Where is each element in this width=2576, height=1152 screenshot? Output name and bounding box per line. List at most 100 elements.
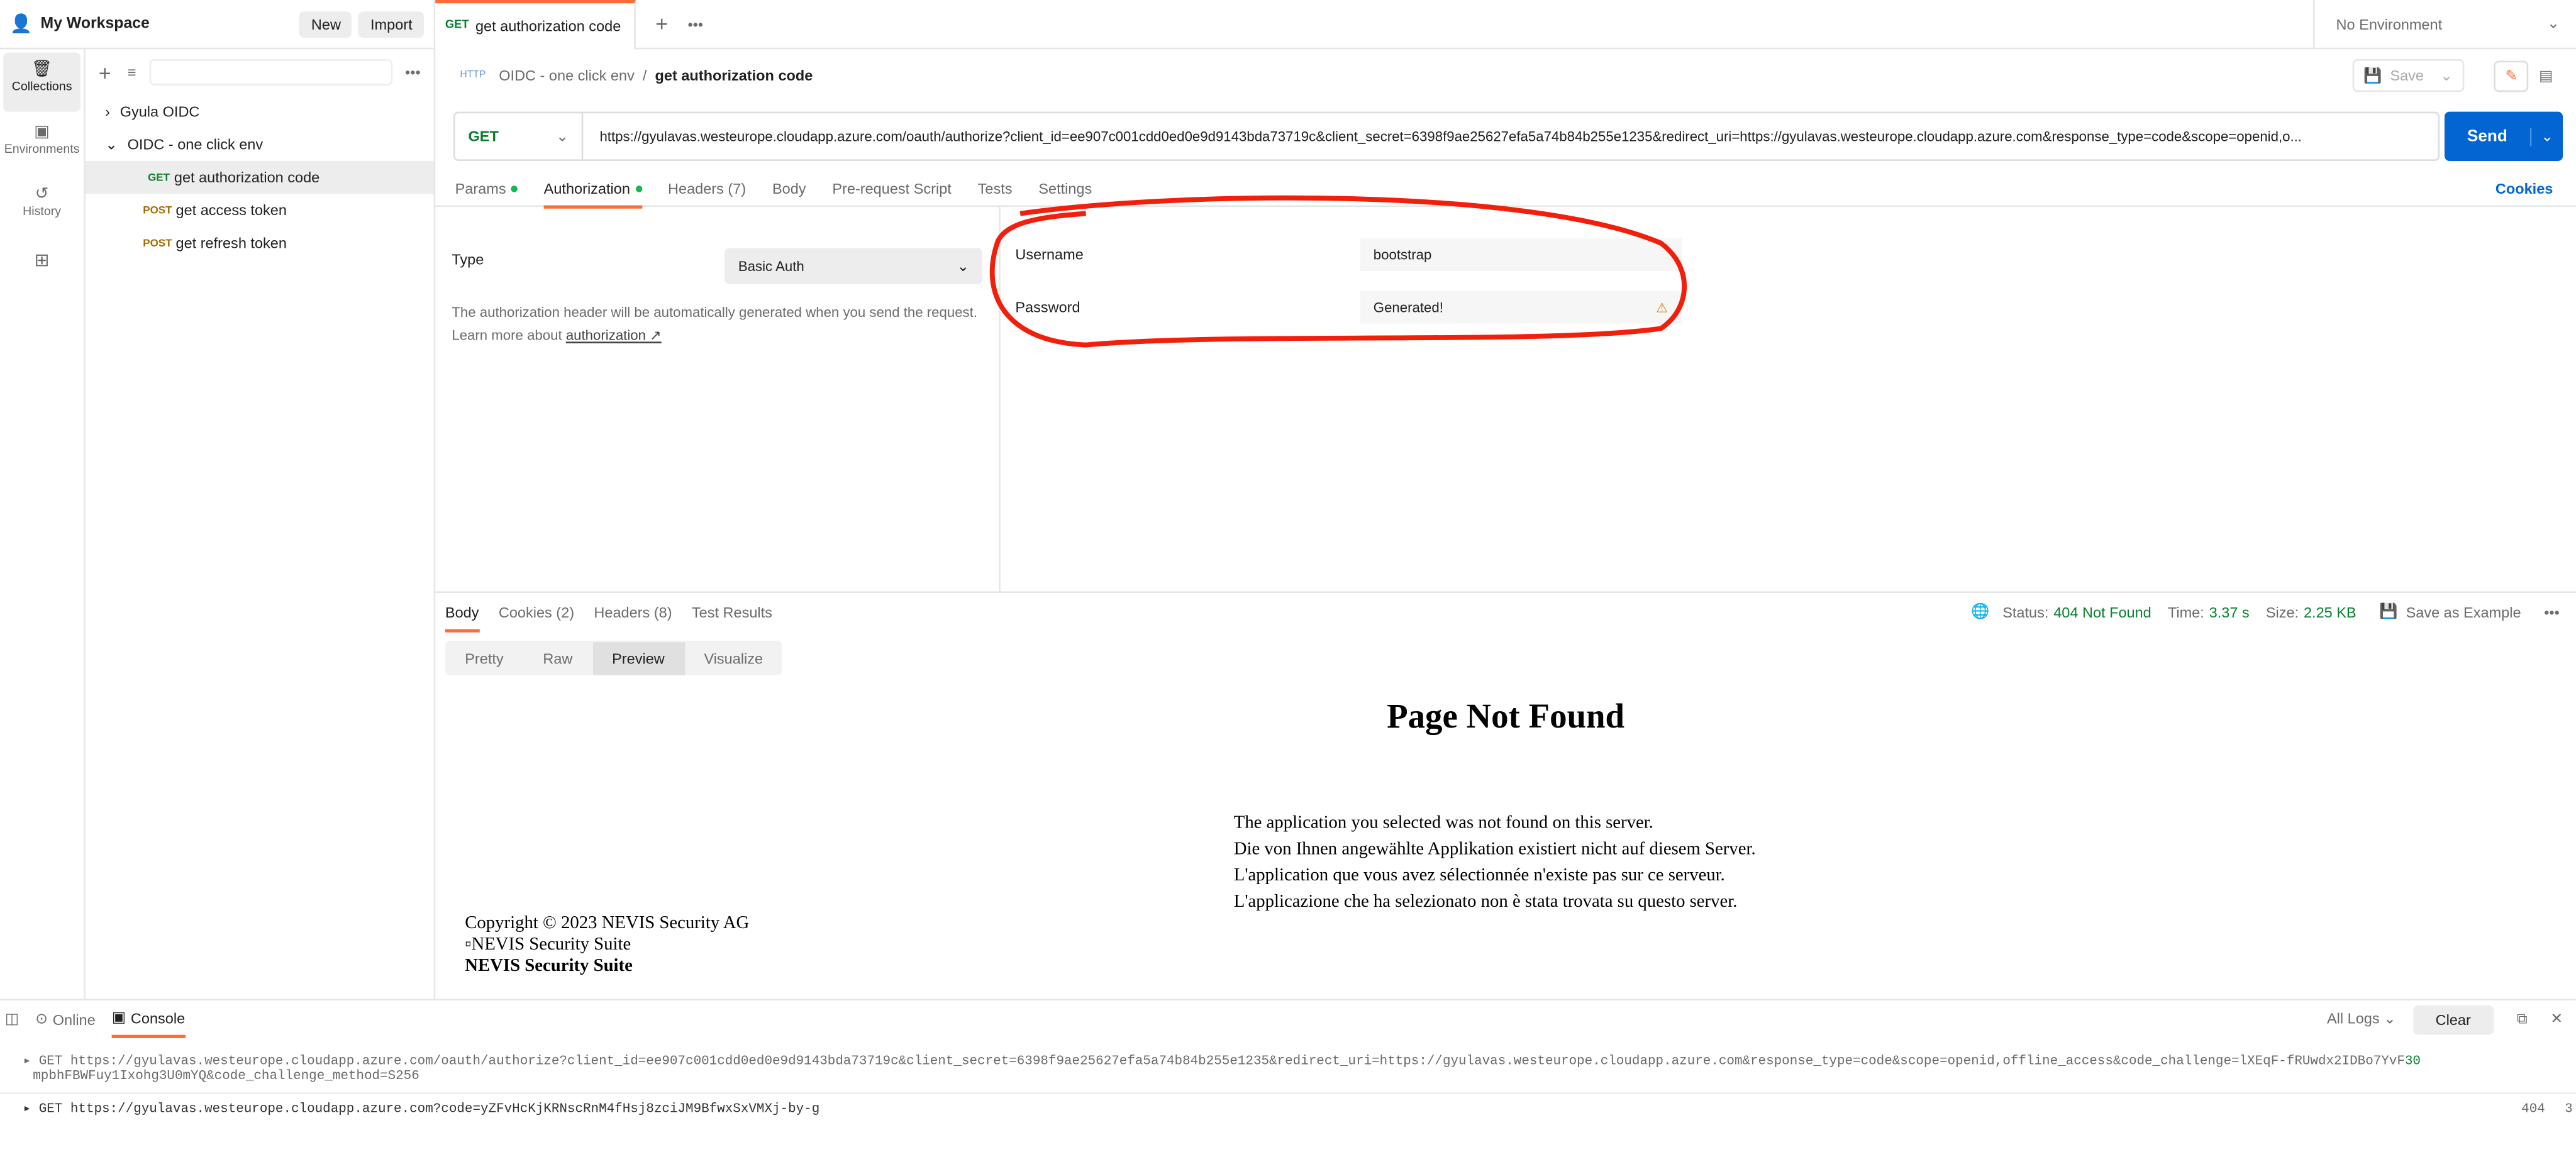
brand-text: NEVIS Security Suite <box>465 956 633 976</box>
breadcrumb-collection[interactable]: OIDC - one click env <box>499 67 635 84</box>
rail-history[interactable]: ↺ History <box>3 177 80 236</box>
workspace-title[interactable]: My Workspace <box>41 15 300 33</box>
online-status[interactable]: ⊙ Online <box>35 1011 96 1029</box>
method-select[interactable]: GET ⌄ <box>455 113 584 160</box>
save-icon: 💾 <box>2379 602 2398 619</box>
request-label: get access token <box>175 202 287 219</box>
method-label: GET <box>468 128 499 145</box>
status-value[interactable]: 404 Not Found <box>2053 604 2151 620</box>
copy-icon[interactable]: ⧉ <box>2517 1011 2528 1029</box>
console-button[interactable]: ▣ Console <box>111 1000 186 1038</box>
collection-item[interactable]: ⌄ OIDC - one click env <box>86 128 434 161</box>
tab-response-cookies[interactable]: Cookies (2) <box>499 594 574 629</box>
add-collection-icon[interactable]: + <box>99 60 111 84</box>
method-badge: GET <box>148 171 170 184</box>
collection-label: Gyula OIDC <box>119 103 200 120</box>
save-button[interactable]: 💾 Save ⌄ <box>2351 59 2465 92</box>
comments-icon[interactable]: ▤ <box>2529 62 2563 89</box>
preview-line: L'application que vous avez sélectionnée… <box>1233 865 1725 885</box>
view-raw[interactable]: Raw <box>523 650 592 666</box>
tab-headers[interactable]: Headers (7) <box>668 170 746 206</box>
request-tab[interactable]: GET get authorization code <box>435 0 636 49</box>
request-item[interactable]: GET get authorization code <box>85 160 434 194</box>
tab-params[interactable]: Params <box>455 170 518 206</box>
tab-label: get authorization code <box>475 17 621 34</box>
auth-type-select[interactable]: Basic Auth ⌄ <box>724 248 983 284</box>
authorization-link[interactable]: authorization ↗ <box>566 327 662 343</box>
rail-collections[interactable]: 🗑 Collections <box>3 52 80 112</box>
view-preview[interactable]: Preview <box>592 641 685 675</box>
chevron-down-icon: ⌄ <box>556 127 569 144</box>
add-apps-icon[interactable]: ⊞ <box>3 240 80 289</box>
auth-help-text: The authorization header will be automat… <box>452 304 978 343</box>
chevron-down-icon: ⌄ <box>2547 14 2560 31</box>
rail-label: Environments <box>4 141 80 157</box>
send-button[interactable]: Send ⌄ <box>2444 111 2563 161</box>
tab-pre-request-script[interactable]: Pre-request Script <box>832 170 951 206</box>
import-button[interactable]: Import <box>358 10 424 37</box>
sidebar-toggle-icon[interactable]: ◫ <box>5 1011 19 1029</box>
auth-type-value: Basic Auth <box>738 258 804 275</box>
close-icon[interactable]: ✕ <box>2550 1011 2563 1029</box>
environments-icon: ▣ <box>34 123 50 141</box>
log-text: GET https://gyulavas.westeurope.cloudapp… <box>38 1102 820 1117</box>
type-label: Type <box>452 251 484 268</box>
tab-test-results[interactable]: Test Results <box>692 594 772 629</box>
request-item[interactable]: POST get access token <box>86 194 434 226</box>
rail-label: Collections <box>11 79 72 94</box>
new-button[interactable]: New <box>299 10 353 37</box>
broken-image: ▫NEVIS Security Suite <box>465 934 631 955</box>
save-label: Save <box>2390 67 2424 84</box>
view-pretty[interactable]: Pretty <box>445 650 523 666</box>
chevron-down-icon: ⌄ <box>957 257 970 274</box>
preview-title: Page Not Found <box>1387 696 1625 736</box>
save-example-button[interactable]: 💾 Save as Example <box>2379 603 2521 621</box>
chevron-right-icon: › <box>105 103 111 120</box>
size-label: Size: <box>2265 603 2299 621</box>
request-item[interactable]: POST get refresh token <box>86 226 434 259</box>
request-name[interactable]: get authorization code <box>655 67 813 84</box>
tab-response-headers[interactable]: Headers (8) <box>594 594 672 629</box>
url-input[interactable]: https://gyulavas.westeurope.cloudapp.azu… <box>583 128 2438 145</box>
history-icon: ↺ <box>35 186 49 204</box>
clear-button[interactable]: Clear <box>2412 1004 2494 1034</box>
all-logs-select[interactable]: All Logs ⌄ <box>2327 1011 2396 1029</box>
view-visualize[interactable]: Visualize <box>684 650 782 666</box>
preview-line: L'applicazione che ha selezionato non è … <box>1233 892 1738 912</box>
log-status: 30 <box>2404 1055 2421 1070</box>
environment-label: No Environment <box>2336 15 2443 32</box>
method-badge: GET <box>445 19 469 31</box>
save-icon: 💾 <box>2363 66 2382 83</box>
chevron-down-icon[interactable]: ⌄ <box>2529 127 2563 146</box>
edit-icon[interactable]: ✎ <box>2494 60 2529 91</box>
chevron-down-icon: ⌄ <box>105 135 118 152</box>
rail-label: History <box>23 203 62 219</box>
status-label: Status: <box>2002 603 2049 621</box>
collection-item[interactable]: › Gyula OIDC <box>86 96 434 128</box>
log-text: GET https://gyulavas.westeurope.cloudapp… <box>38 1055 2405 1070</box>
globe-lock-icon[interactable]: 🌐 <box>1971 603 1989 621</box>
request-label: get authorization code <box>174 169 320 186</box>
size-value[interactable]: 2.25 KB <box>2304 604 2357 620</box>
log-time: 3 <box>2565 1101 2573 1116</box>
save-example-label: Save as Example <box>2406 603 2521 621</box>
environment-select[interactable]: No Environment ⌄ <box>2312 0 2576 50</box>
search-input[interactable] <box>149 59 392 86</box>
tab-response-body[interactable]: Body <box>445 594 479 632</box>
preview-line: The application you selected was not fou… <box>1233 813 1653 833</box>
log-entry[interactable]: ▸ GET https://gyulavas.westeurope.clouda… <box>0 1097 2576 1121</box>
tab-authorization[interactable]: Authorization <box>543 170 642 208</box>
filter-icon[interactable]: ≡ <box>128 64 136 80</box>
cookies-link[interactable]: Cookies <box>2496 180 2553 196</box>
log-entry[interactable]: ▸ GET https://gyulavas.westeurope.clouda… <box>0 1055 2576 1094</box>
more-icon[interactable]: ••• <box>405 64 421 80</box>
copyright-text: Copyright © 2023 NEVIS Security AG <box>465 913 750 933</box>
more-icon[interactable]: ••• <box>687 16 703 32</box>
more-icon[interactable]: ••• <box>2544 604 2560 620</box>
user-icon: 👤 <box>9 14 33 35</box>
plus-icon[interactable]: + <box>655 11 668 36</box>
time-value[interactable]: 3.37 s <box>2209 604 2250 620</box>
rail-environments[interactable]: ▣ Environments <box>3 115 80 174</box>
tab-body[interactable]: Body <box>772 170 806 206</box>
request-label: get refresh token <box>175 235 287 252</box>
